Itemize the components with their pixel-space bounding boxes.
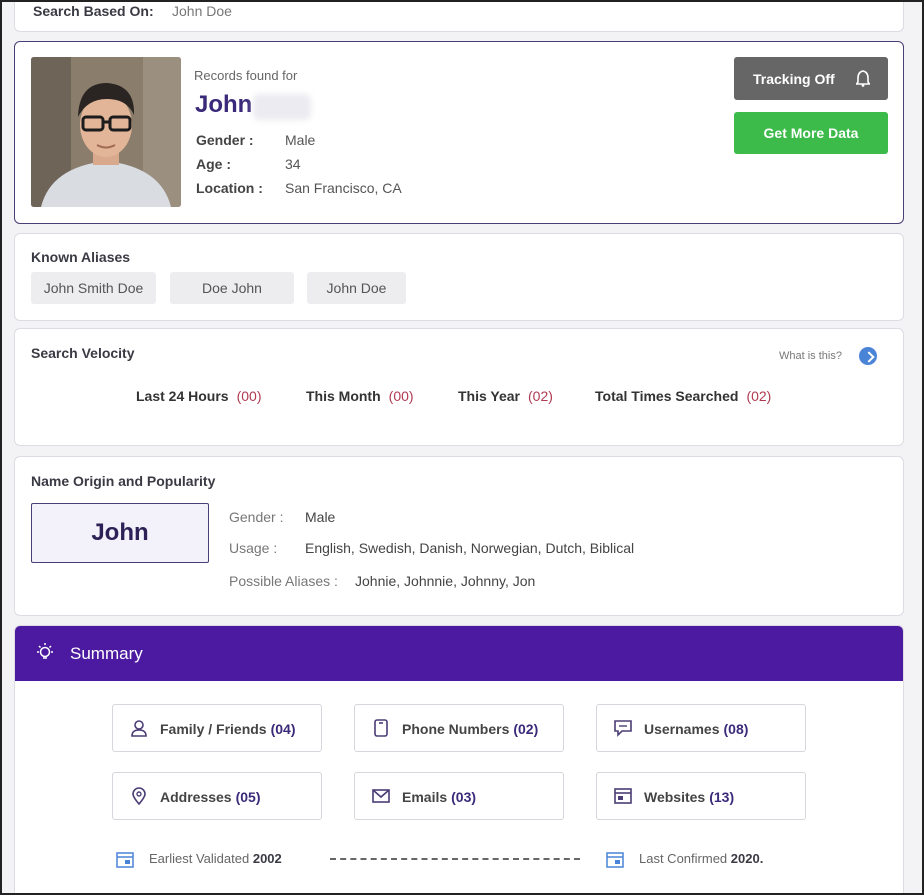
tracking-toggle-button[interactable]: Tracking Off — [734, 57, 888, 100]
phone-icon — [374, 719, 388, 737]
tracking-button-label: Tracking Off — [753, 70, 835, 87]
origin-gender-label: Gender : — [229, 509, 284, 525]
origin-usage-label: Usage : — [229, 540, 278, 556]
velocity-label: This Year — [458, 388, 521, 404]
help-arrow-icon[interactable] — [859, 347, 877, 365]
tile-label: Emails (03) — [402, 789, 476, 805]
tile-usernames[interactable]: Usernames (08) — [596, 704, 806, 752]
tile-label-text: Addresses — [160, 789, 232, 805]
tile-label-text: Phone Numbers — [402, 721, 510, 737]
velocity-label: Last 24 Hours — [136, 388, 229, 404]
envelope-icon — [372, 789, 390, 803]
chat-icon — [614, 720, 632, 737]
known-aliases-card: Known Aliases John Smith Doe Doe John Jo… — [14, 233, 904, 321]
tile-label: Addresses (05) — [160, 789, 261, 805]
tile-label: Websites (13) — [644, 789, 734, 805]
tile-count: (05) — [235, 789, 261, 805]
origin-aliases-value: Johnie, Johnnie, Johnny, Jon — [355, 573, 536, 589]
last-confirmed-year: 2020. — [730, 851, 764, 866]
tile-family-friends[interactable]: Family / Friends (04) — [112, 704, 322, 752]
velocity-last-24-hours: Last 24 Hours (00) — [136, 388, 262, 404]
earliest-validated: Earliest Validated 2002 — [149, 851, 282, 866]
summary-card: Summary Family / Friends (04) Phone Numbe… — [14, 625, 904, 895]
last-confirmed-label: Last Confirmed — [639, 851, 728, 866]
tile-label: Phone Numbers (02) — [402, 721, 538, 737]
origin-gender-value: Male — [305, 509, 336, 525]
search-velocity-title: Search Velocity — [31, 345, 135, 361]
velocity-label: Total Times Searched — [595, 388, 739, 404]
profile-card: Records found for John Gender : Male Age… — [14, 41, 904, 224]
calendar-icon — [606, 852, 624, 868]
alias-chip: Doe John — [170, 272, 294, 304]
tile-websites[interactable]: Websites (13) — [596, 772, 806, 820]
velocity-total-searched: Total Times Searched (02) — [595, 388, 771, 404]
age-label: Age : — [196, 156, 231, 172]
tile-count: (02) — [513, 721, 539, 737]
browser-icon — [614, 788, 632, 804]
map-pin-icon — [132, 787, 146, 805]
tile-label: Usernames (08) — [644, 721, 748, 737]
tile-count: (04) — [270, 721, 296, 737]
tile-label-text: Usernames — [644, 721, 720, 737]
velocity-count: (00) — [236, 388, 262, 404]
earliest-validated-year: 2002 — [252, 851, 282, 866]
age-value: 34 — [285, 156, 301, 172]
search-summary-strip: Search Based On: John Doe — [14, 0, 904, 32]
tile-label-text: Emails — [402, 789, 448, 805]
person-name: John — [195, 91, 253, 118]
velocity-this-year: This Year (02) — [458, 388, 553, 404]
tile-phone-numbers[interactable]: Phone Numbers (02) — [354, 704, 564, 752]
gender-label: Gender : — [196, 132, 254, 148]
velocity-count: (00) — [388, 388, 414, 404]
location-value: San Francisco, CA — [285, 180, 402, 196]
profile-photo — [31, 57, 181, 207]
summary-header: Summary — [15, 626, 903, 681]
location-label: Location : — [196, 180, 263, 196]
origin-usage-value: English, Swedish, Danish, Norwegian, Dut… — [305, 540, 635, 556]
velocity-count: (02) — [528, 388, 553, 404]
tile-label: Family / Friends (04) — [160, 721, 296, 737]
last-confirmed: Last Confirmed 2020. — [639, 851, 763, 866]
name-origin-card: Name Origin and Popularity John Gender :… — [14, 456, 904, 616]
alias-chip: John Doe — [307, 272, 406, 304]
tile-count: (03) — [451, 789, 477, 805]
search-velocity-card: Search Velocity What is this? Last 24 Ho… — [14, 328, 904, 446]
gender-value: Male — [285, 132, 316, 148]
tile-addresses[interactable]: Addresses (05) — [112, 772, 322, 820]
alias-chip: John Smith Doe — [31, 272, 156, 304]
earliest-validated-label: Earliest Validated — [149, 851, 250, 866]
records-found-label: Records found for — [194, 68, 298, 83]
search-based-on-value: John Doe — [172, 3, 232, 19]
get-more-data-button[interactable]: Get More Data — [734, 112, 888, 154]
tile-label-text: Family / Friends — [160, 721, 267, 737]
search-based-on-label: Search Based On: — [33, 3, 154, 19]
summary-title: Summary — [70, 644, 143, 663]
tile-count: (13) — [709, 789, 735, 805]
calendar-icon — [116, 852, 134, 868]
tile-label-text: Websites — [644, 789, 706, 805]
timeline-dashed-line — [330, 858, 580, 860]
velocity-label: This Month — [306, 388, 381, 404]
origin-aliases-label: Possible Aliases : — [229, 573, 338, 589]
velocity-this-month: This Month (00) — [306, 388, 414, 404]
tile-emails[interactable]: Emails (03) — [354, 772, 564, 820]
redacted-last-name — [253, 94, 311, 120]
name-origin-title: Name Origin and Popularity — [31, 473, 216, 489]
bell-icon — [856, 70, 870, 87]
person-icon — [131, 720, 147, 737]
velocity-count: (02) — [746, 388, 772, 404]
what-is-this-link[interactable]: What is this? — [779, 350, 842, 362]
origin-name-box: John — [31, 503, 209, 563]
known-aliases-title: Known Aliases — [31, 249, 131, 265]
tile-count: (08) — [723, 721, 749, 737]
lightbulb-icon — [37, 643, 53, 659]
